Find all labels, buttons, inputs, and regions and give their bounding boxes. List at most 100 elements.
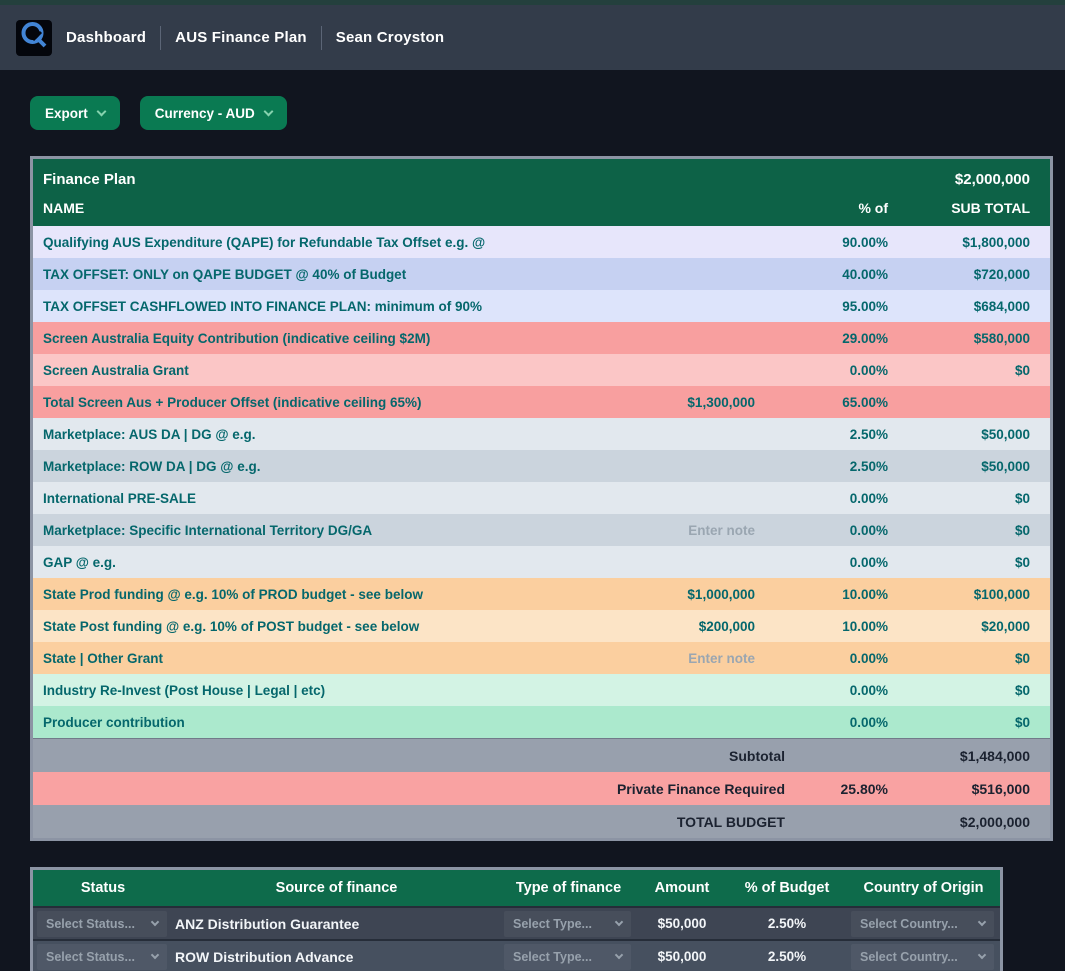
finance-row-pct: 29.00% bbox=[772, 331, 905, 346]
finance-row-pct: 95.00% bbox=[772, 299, 905, 314]
finance-row: Qualifying AUS Expenditure (QAPE) for Re… bbox=[33, 226, 1050, 258]
finance-row: Total Screen Aus + Producer Offset (indi… bbox=[33, 386, 1050, 418]
nav-divider bbox=[321, 26, 322, 50]
source-row: Select Status... ANZ Distribution Guarant… bbox=[33, 906, 1000, 939]
finance-row-note-input[interactable]: Enter note bbox=[597, 651, 772, 666]
finance-row-subtotal: $0 bbox=[905, 363, 1050, 378]
type-select-value: Select Type... bbox=[513, 917, 592, 931]
export-button-label: Export bbox=[45, 106, 88, 121]
finance-row-pct: 2.50% bbox=[772, 427, 905, 442]
finance-table-header: Finance Plan $2,000,000 NAME % of SUB TO… bbox=[33, 159, 1050, 226]
finance-row: TAX OFFSET CASHFLOWED INTO FINANCE PLAN:… bbox=[33, 290, 1050, 322]
nav-dashboard-link[interactable]: Dashboard bbox=[66, 29, 146, 46]
column-header-subtotal: SUB TOTAL bbox=[905, 200, 1050, 216]
finance-row-name: GAP @ e.g. bbox=[33, 555, 597, 570]
sources-table-rows: Select Status... ANZ Distribution Guarant… bbox=[33, 906, 1000, 971]
finance-row-subtotal: $50,000 bbox=[905, 459, 1050, 474]
export-button[interactable]: Export bbox=[30, 96, 120, 130]
finance-row-name: Industry Re-Invest (Post House | Legal |… bbox=[33, 683, 597, 698]
finance-row-note: $200,000 bbox=[597, 619, 772, 634]
finance-row-pct: 10.00% bbox=[772, 587, 905, 602]
source-amount: $50,000 bbox=[637, 949, 727, 964]
finance-row: GAP @ e.g.0.00%$0 bbox=[33, 546, 1050, 578]
finance-row-pct: 2.50% bbox=[772, 459, 905, 474]
column-header-name: NAME bbox=[33, 200, 597, 216]
finance-row-subtotal: $0 bbox=[905, 715, 1050, 730]
finance-summary-row: Subtotal $1,484,000 bbox=[33, 739, 1050, 772]
source-pct: 2.50% bbox=[727, 916, 847, 931]
finance-row: Marketplace: AUS DA | DG @ e.g. 2.50%$50,… bbox=[33, 418, 1050, 450]
source-row: Select Status... ROW Distribution Advance… bbox=[33, 939, 1000, 971]
finance-row: Industry Re-Invest (Post House | Legal |… bbox=[33, 674, 1050, 706]
finance-table-title: Finance Plan bbox=[43, 171, 136, 188]
finance-row: Screen Australia Grant0.00%$0 bbox=[33, 354, 1050, 386]
country-select[interactable]: Select Country... bbox=[851, 911, 994, 937]
chevron-down-icon bbox=[151, 917, 159, 925]
finance-row: Marketplace: ROW DA | DG @ e.g.2.50%$50,… bbox=[33, 450, 1050, 482]
finance-row-subtotal: $720,000 bbox=[905, 267, 1050, 282]
finance-row-pct: 0.00% bbox=[772, 523, 905, 538]
finance-summary-pct: 25.80% bbox=[785, 781, 905, 797]
finance-row: State Prod funding @ e.g. 10% of PROD bu… bbox=[33, 578, 1050, 610]
finance-summary-label: TOTAL BUDGET bbox=[33, 814, 785, 830]
finance-row-pct: 0.00% bbox=[772, 715, 905, 730]
finance-row-subtotal: $100,000 bbox=[905, 587, 1050, 602]
nav-divider bbox=[160, 26, 161, 50]
finance-row-name: Marketplace: Specific International Terr… bbox=[33, 523, 597, 538]
finance-row-note-input[interactable]: Enter note bbox=[597, 523, 772, 538]
chevron-down-icon bbox=[978, 950, 986, 958]
finance-row-name: Total Screen Aus + Producer Offset (indi… bbox=[33, 395, 597, 410]
status-select-value: Select Status... bbox=[46, 917, 135, 931]
finance-row-pct: 0.00% bbox=[772, 651, 905, 666]
type-select[interactable]: Select Type... bbox=[504, 911, 631, 937]
finance-row-name: State Prod funding @ e.g. 10% of PROD bu… bbox=[33, 587, 597, 602]
finance-summary-label: Private Finance Required bbox=[33, 781, 785, 797]
finance-row-pct: 0.00% bbox=[772, 683, 905, 698]
finance-row-subtotal: $50,000 bbox=[905, 427, 1050, 442]
finance-row-pct: 0.00% bbox=[772, 555, 905, 570]
column-header-pct-budget: % of Budget bbox=[727, 880, 847, 896]
status-select[interactable]: Select Status... bbox=[37, 944, 167, 970]
finance-row-pct: 10.00% bbox=[772, 619, 905, 634]
column-header-status: Status bbox=[33, 880, 173, 896]
finance-row-name: Screen Australia Grant bbox=[33, 363, 597, 378]
chevron-down-icon bbox=[151, 950, 159, 958]
finance-summary-value: $516,000 bbox=[905, 781, 1050, 797]
country-select[interactable]: Select Country... bbox=[851, 944, 994, 970]
finance-row: Marketplace: Specific International Terr… bbox=[33, 514, 1050, 546]
finance-summary-row: TOTAL BUDGET$2,000,000 bbox=[33, 805, 1050, 838]
status-select[interactable]: Select Status... bbox=[37, 911, 167, 937]
chevron-down-icon bbox=[615, 917, 623, 925]
currency-button[interactable]: Currency - AUD bbox=[140, 96, 287, 130]
source-amount: $50,000 bbox=[637, 916, 727, 931]
finance-table-summary: Subtotal $1,484,000 Private Finance Requir… bbox=[33, 738, 1050, 838]
source-name: ANZ Distribution Guarantee bbox=[173, 916, 500, 932]
finance-summary-value: $1,484,000 bbox=[905, 748, 1050, 764]
finance-row-name: International PRE-SALE bbox=[33, 491, 597, 506]
nav-finance-plan-link[interactable]: AUS Finance Plan bbox=[175, 29, 307, 46]
finance-row: Producer contribution0.00%$0 bbox=[33, 706, 1050, 738]
type-select[interactable]: Select Type... bbox=[504, 944, 631, 970]
sources-table-header: StatusSource of financeType of financeAm… bbox=[33, 870, 1000, 906]
finance-row: State Post funding @ e.g. 10% of POST bu… bbox=[33, 610, 1050, 642]
finance-plan-table: Finance Plan $2,000,000 NAME % of SUB TO… bbox=[30, 156, 1053, 841]
source-name: ROW Distribution Advance bbox=[173, 949, 500, 965]
finance-summary-label: Subtotal bbox=[33, 748, 785, 764]
finance-row-name: TAX OFFSET: ONLY on QAPE BUDGET @ 40% of… bbox=[33, 267, 597, 282]
finance-row-note: $1,300,000 bbox=[597, 395, 772, 410]
finance-row: State | Other GrantEnter note0.00%$0 bbox=[33, 642, 1050, 674]
nav-user-link[interactable]: Sean Croyston bbox=[336, 29, 444, 46]
finance-row-pct: 90.00% bbox=[772, 235, 905, 250]
app-logo[interactable] bbox=[16, 20, 52, 56]
chevron-down-icon bbox=[615, 950, 623, 958]
finance-row-pct: 40.00% bbox=[772, 267, 905, 282]
finance-row-subtotal: $0 bbox=[905, 651, 1050, 666]
finance-row-name: Marketplace: AUS DA | DG @ e.g. bbox=[33, 427, 597, 442]
finance-summary-row: Private Finance Required25.80%$516,000 bbox=[33, 772, 1050, 805]
column-header-source: Source of finance bbox=[173, 880, 500, 896]
finance-row-pct: 0.00% bbox=[772, 491, 905, 506]
finance-row-subtotal: $1,800,000 bbox=[905, 235, 1050, 250]
finance-row: International PRE-SALE0.00%$0 bbox=[33, 482, 1050, 514]
column-header-amount: Amount bbox=[637, 880, 727, 896]
finance-row-note: $1,000,000 bbox=[597, 587, 772, 602]
